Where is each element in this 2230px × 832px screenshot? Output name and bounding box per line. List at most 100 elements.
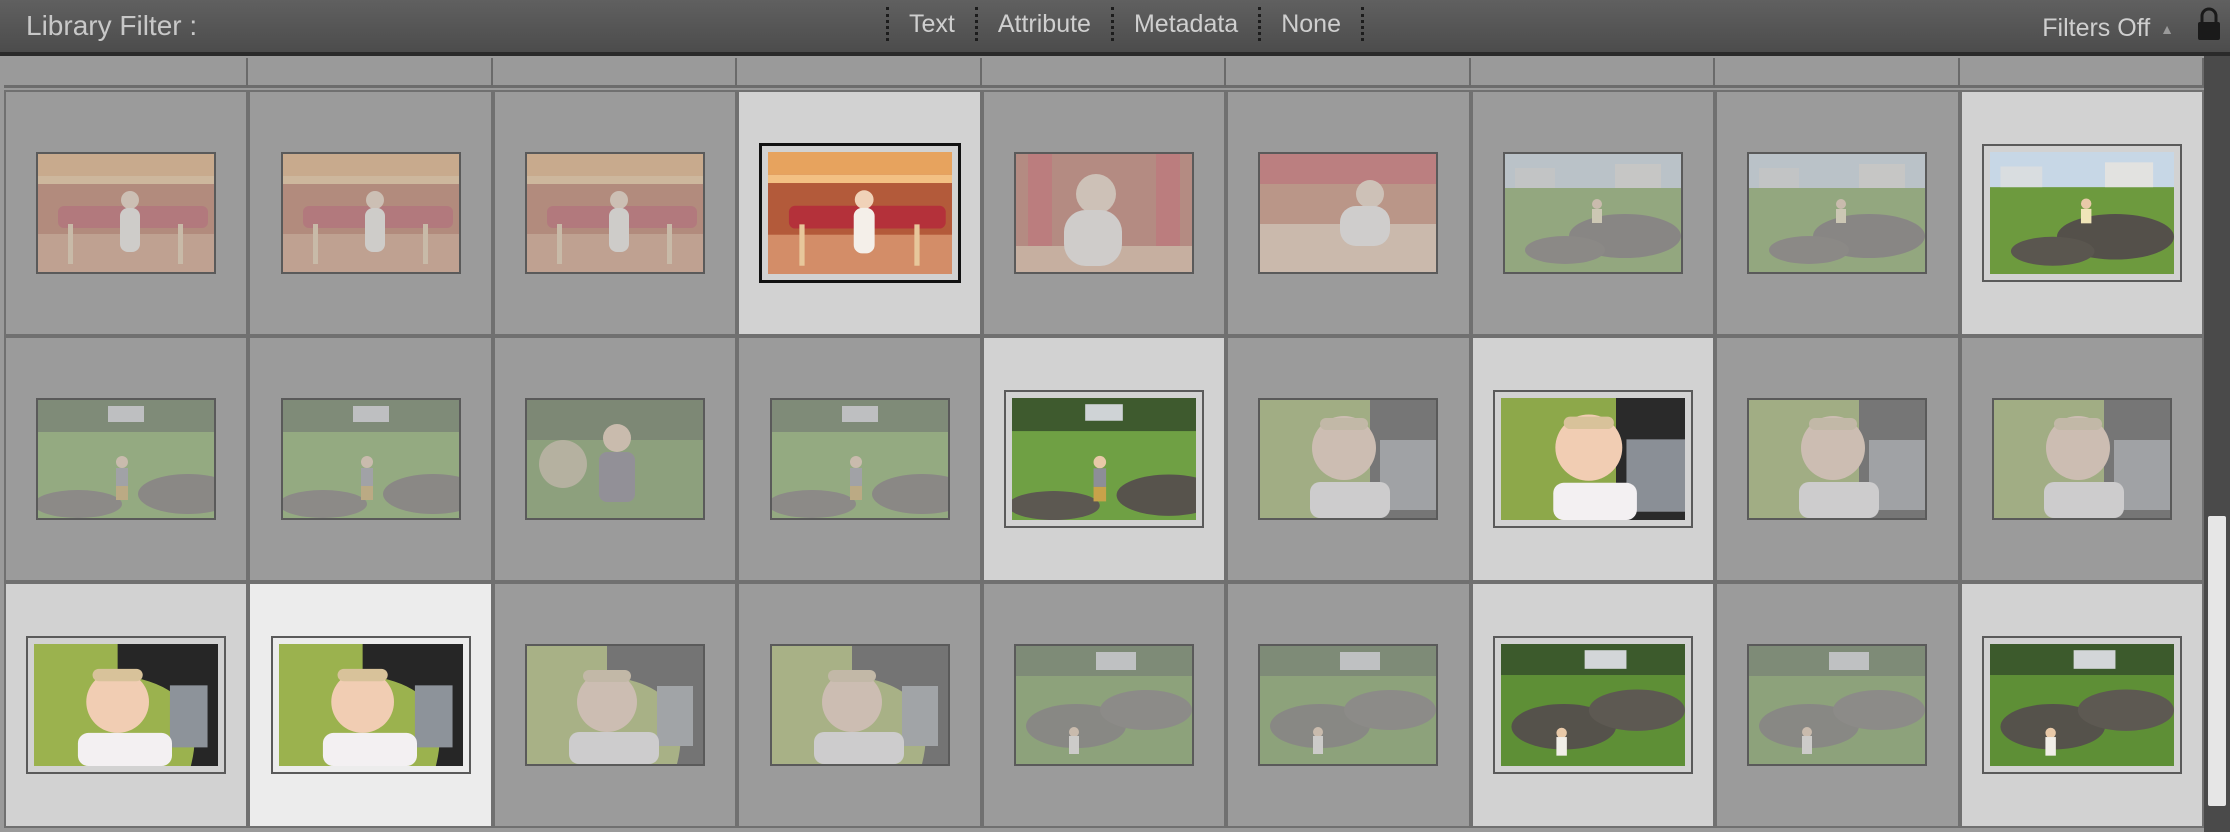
thumbnail-cell[interactable]	[981, 90, 1227, 336]
photo-image	[1500, 644, 1685, 766]
photo-thumbnail[interactable]	[1013, 152, 1194, 274]
dim-overlay	[282, 400, 459, 518]
grid-cell-partial	[1959, 58, 2204, 88]
photo-image	[1011, 398, 1196, 520]
chevron-updown-icon: ▲︎	[2160, 20, 2174, 37]
photo-thumbnail[interactable]	[270, 636, 471, 774]
photo-image	[1500, 398, 1685, 520]
tab-metadata[interactable]: Metadata	[1134, 10, 1238, 39]
thumbnail-cell[interactable]	[4, 90, 249, 336]
separator	[974, 7, 978, 41]
photo-thumbnail[interactable]	[1747, 644, 1928, 766]
tab-text[interactable]: Text	[909, 10, 955, 39]
photo-thumbnail[interactable]	[1747, 398, 1928, 520]
grid-cell-partial	[1226, 58, 1471, 88]
thumbnail-cell[interactable]	[248, 90, 493, 336]
library-filter-bar: Library Filter : Text Attribute Metadata…	[0, 0, 2230, 52]
photo-thumbnail[interactable]	[1492, 390, 1693, 528]
photo-thumbnail[interactable]	[1003, 390, 1204, 528]
thumbnail-cell[interactable]	[492, 336, 738, 582]
dim-overlay	[527, 154, 704, 272]
photo-thumbnail[interactable]	[1991, 398, 2172, 520]
thumbnail-cell[interactable]	[1715, 336, 1960, 582]
photo-thumbnail[interactable]	[525, 398, 706, 520]
tab-none[interactable]: None	[1281, 10, 1341, 39]
thumbnail-cell[interactable]	[737, 336, 982, 582]
scrollbar-track[interactable]	[2204, 56, 2230, 832]
dim-overlay	[1993, 400, 2170, 518]
dim-overlay	[1260, 400, 1437, 518]
photo-thumbnail[interactable]	[1981, 144, 2182, 282]
photo-thumbnail[interactable]	[525, 152, 706, 274]
dim-overlay	[771, 646, 948, 764]
grid-cell-partial	[737, 58, 982, 88]
dim-overlay	[1260, 154, 1437, 272]
thumbnail-grid	[4, 90, 2204, 832]
thumbnail-cell[interactable]	[1715, 582, 1960, 828]
separator	[886, 7, 889, 41]
photo-thumbnail[interactable]	[1013, 644, 1194, 766]
thumbnail-cell[interactable]	[737, 90, 982, 336]
photo-thumbnail[interactable]	[1981, 636, 2182, 774]
thumbnail-cell[interactable]	[1959, 336, 2204, 582]
photo-image	[1989, 644, 2174, 766]
thumbnail-cell[interactable]	[737, 582, 982, 828]
thumbnail-cell[interactable]	[492, 90, 738, 336]
thumbnail-cell[interactable]	[981, 336, 1227, 582]
photo-image	[767, 152, 952, 274]
thumbnail-cell[interactable]	[1226, 90, 1471, 336]
thumbnail-cell[interactable]	[1226, 336, 1471, 582]
grid-cell-partial	[4, 58, 249, 88]
photo-thumbnail[interactable]	[280, 398, 461, 520]
photo-thumbnail[interactable]	[1492, 636, 1693, 774]
separator	[1258, 7, 1262, 41]
photo-thumbnail[interactable]	[36, 152, 217, 274]
dim-overlay	[38, 400, 215, 518]
divider	[0, 52, 2230, 56]
photo-thumbnail[interactable]	[758, 143, 961, 283]
photo-thumbnail[interactable]	[1258, 152, 1439, 274]
dim-overlay	[1749, 646, 1926, 764]
thumbnail-cell[interactable]	[1715, 90, 1960, 336]
thumbnail-cell[interactable]	[1470, 336, 1716, 582]
photo-image	[1989, 152, 2174, 274]
thumbnail-cell[interactable]	[1959, 90, 2204, 336]
thumbnail-cell[interactable]	[981, 582, 1227, 828]
dim-overlay	[1749, 400, 1926, 518]
thumbnail-cell[interactable]	[4, 582, 249, 828]
photo-thumbnail[interactable]	[26, 636, 227, 774]
photo-thumbnail[interactable]	[1258, 398, 1439, 520]
grid-cell-partial	[248, 58, 493, 88]
lock-icon[interactable]	[2194, 6, 2224, 42]
dim-overlay	[771, 400, 948, 518]
dim-overlay	[1749, 154, 1926, 272]
photo-thumbnail[interactable]	[769, 644, 950, 766]
separator	[1110, 7, 1114, 41]
thumbnail-cell[interactable]	[1226, 582, 1471, 828]
photo-thumbnail[interactable]	[525, 644, 706, 766]
photo-thumbnail[interactable]	[1258, 644, 1439, 766]
thumbnail-cell[interactable]	[1470, 90, 1716, 336]
thumbnail-cell[interactable]	[492, 582, 738, 828]
grid-cell-partial	[981, 58, 1227, 88]
photo-thumbnail[interactable]	[1502, 152, 1683, 274]
thumbnail-cell[interactable]	[1470, 582, 1716, 828]
photo-thumbnail[interactable]	[769, 398, 950, 520]
scrollbar-thumb[interactable]	[2208, 516, 2226, 806]
thumbnail-cell[interactable]	[4, 336, 249, 582]
dim-overlay	[527, 646, 704, 764]
dim-overlay	[38, 154, 215, 272]
tab-attribute[interactable]: Attribute	[998, 10, 1091, 39]
photo-thumbnail[interactable]	[1747, 152, 1928, 274]
filters-off-dropdown[interactable]: Filters Off ▲︎	[2042, 14, 2174, 43]
thumbnail-cell[interactable]	[248, 336, 493, 582]
filter-tabs: Text Attribute Metadata None	[866, 6, 1384, 42]
thumbnail-cell[interactable]	[248, 582, 493, 828]
photo-thumbnail[interactable]	[36, 398, 217, 520]
thumbnail-cell[interactable]	[1959, 582, 2204, 828]
photo-thumbnail[interactable]	[280, 152, 461, 274]
grid-cell-partial	[492, 58, 738, 88]
grid-cell-partial	[1715, 58, 1960, 88]
separator	[1360, 7, 1364, 41]
photo-image	[278, 644, 463, 766]
